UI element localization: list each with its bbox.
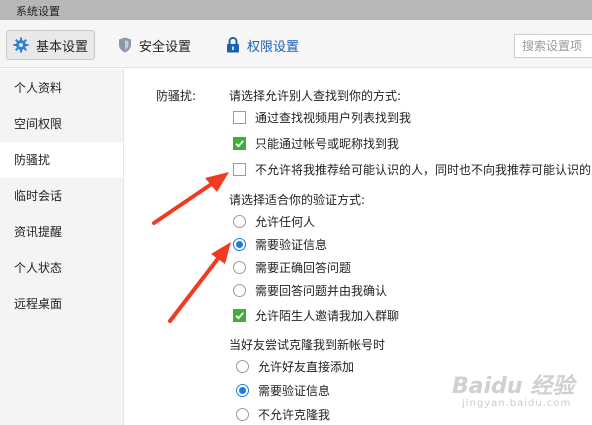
- verify-option-answer[interactable]: 需要正确回答问题: [233, 259, 351, 276]
- tab-label: 安全设置: [139, 39, 192, 55]
- find-option-video-list[interactable]: 通过查找视频用户列表找到我: [233, 109, 411, 126]
- radio[interactable]: [236, 408, 249, 421]
- clone-option-deny[interactable]: 不允许克隆我: [236, 406, 330, 423]
- find-method-prompt: 请选择允许别人查找到你的方式:: [229, 89, 402, 103]
- check-icon: [235, 312, 244, 320]
- clone-prompt: 当好友尝试克隆我到新帐号时: [229, 338, 386, 352]
- sidebar-item-space-permission[interactable]: 空间权限: [0, 106, 123, 142]
- tab-label: 权限设置: [247, 39, 300, 55]
- check-icon: [235, 140, 244, 148]
- sidebar-item-temp-session[interactable]: 临时会话: [0, 178, 123, 214]
- find-option-no-recommend[interactable]: 不允许将我推荐给可能认识的人，同时也不向我推荐可能认识的人: [233, 161, 592, 178]
- radio[interactable]: [236, 360, 249, 373]
- watermark: Baidu 经验: [452, 374, 575, 399]
- option-label: 通过查找视频用户列表找到我: [255, 111, 412, 125]
- title-bar: 系统设置: [0, 0, 592, 20]
- toolbar: 基本设置 安全设置 权限设置: [0, 20, 592, 68]
- option-label: 需要正确回答问题: [255, 261, 352, 275]
- verify-option-message[interactable]: 需要验证信息: [233, 236, 327, 253]
- section-label: 防骚扰:: [156, 89, 197, 103]
- sidebar-item-remote-desktop[interactable]: 远程桌面: [0, 286, 123, 322]
- tab-label: 基本设置: [36, 39, 89, 55]
- sidebar: 个人资料 空间权限 防骚扰 临时会话 资讯提醒 个人状态 远程桌面: [0, 69, 124, 425]
- verify-method-prompt: 请选择适合你的验证方式:: [229, 193, 366, 207]
- option-label: 需要回答问题并由我确认: [255, 284, 388, 298]
- sidebar-item-personal-status[interactable]: 个人状态: [0, 250, 123, 286]
- checkbox-checked[interactable]: [233, 309, 246, 322]
- option-label: 只能通过帐号或昵称找到我: [255, 137, 400, 151]
- clone-option-verify[interactable]: 需要验证信息: [236, 382, 330, 399]
- checkbox[interactable]: [233, 163, 246, 176]
- sidebar-item-news-reminder[interactable]: 资讯提醒: [0, 214, 123, 250]
- tab-basic-settings[interactable]: 基本设置: [6, 30, 95, 60]
- clone-option-allow[interactable]: 允许好友直接添加: [236, 358, 354, 375]
- lock-icon: [226, 37, 240, 53]
- sidebar-item-anti-harassment[interactable]: 防骚扰: [0, 142, 123, 178]
- option-label: 需要验证信息: [258, 384, 331, 398]
- option-label: 允许陌生人邀请我加入群聊: [255, 309, 400, 323]
- tab-permission-settings[interactable]: 权限设置: [226, 30, 299, 60]
- window-title: 系统设置: [16, 5, 60, 18]
- checkbox-checked[interactable]: [233, 137, 246, 150]
- radio-selected[interactable]: [236, 384, 249, 397]
- option-label: 允许任何人: [255, 215, 316, 229]
- radio[interactable]: [233, 261, 246, 274]
- radio[interactable]: [233, 215, 246, 228]
- radio-selected[interactable]: [233, 238, 246, 251]
- search-input[interactable]: [514, 34, 592, 58]
- verify-option-anyone[interactable]: 允许任何人: [233, 213, 315, 230]
- radio[interactable]: [233, 284, 246, 297]
- gear-icon: [13, 37, 29, 53]
- checkbox[interactable]: [233, 111, 246, 124]
- option-label: 不允许将我推荐给可能认识的人，同时也不向我推荐可能认识的人: [255, 163, 592, 177]
- find-option-account-nickname[interactable]: 只能通过帐号或昵称找到我: [233, 135, 399, 152]
- option-label: 需要验证信息: [255, 238, 328, 252]
- option-label: 允许好友直接添加: [258, 360, 355, 374]
- watermark-url: jingyan.baidu.com: [462, 398, 572, 409]
- option-label: 不允许克隆我: [258, 408, 331, 422]
- sidebar-item-profile[interactable]: 个人资料: [0, 70, 123, 106]
- tab-security-settings[interactable]: 安全设置: [118, 30, 191, 60]
- verify-option-answer-confirm[interactable]: 需要回答问题并由我确认: [233, 282, 387, 299]
- shield-icon: [118, 37, 132, 53]
- group-invite-option[interactable]: 允许陌生人邀请我加入群聊: [233, 307, 399, 324]
